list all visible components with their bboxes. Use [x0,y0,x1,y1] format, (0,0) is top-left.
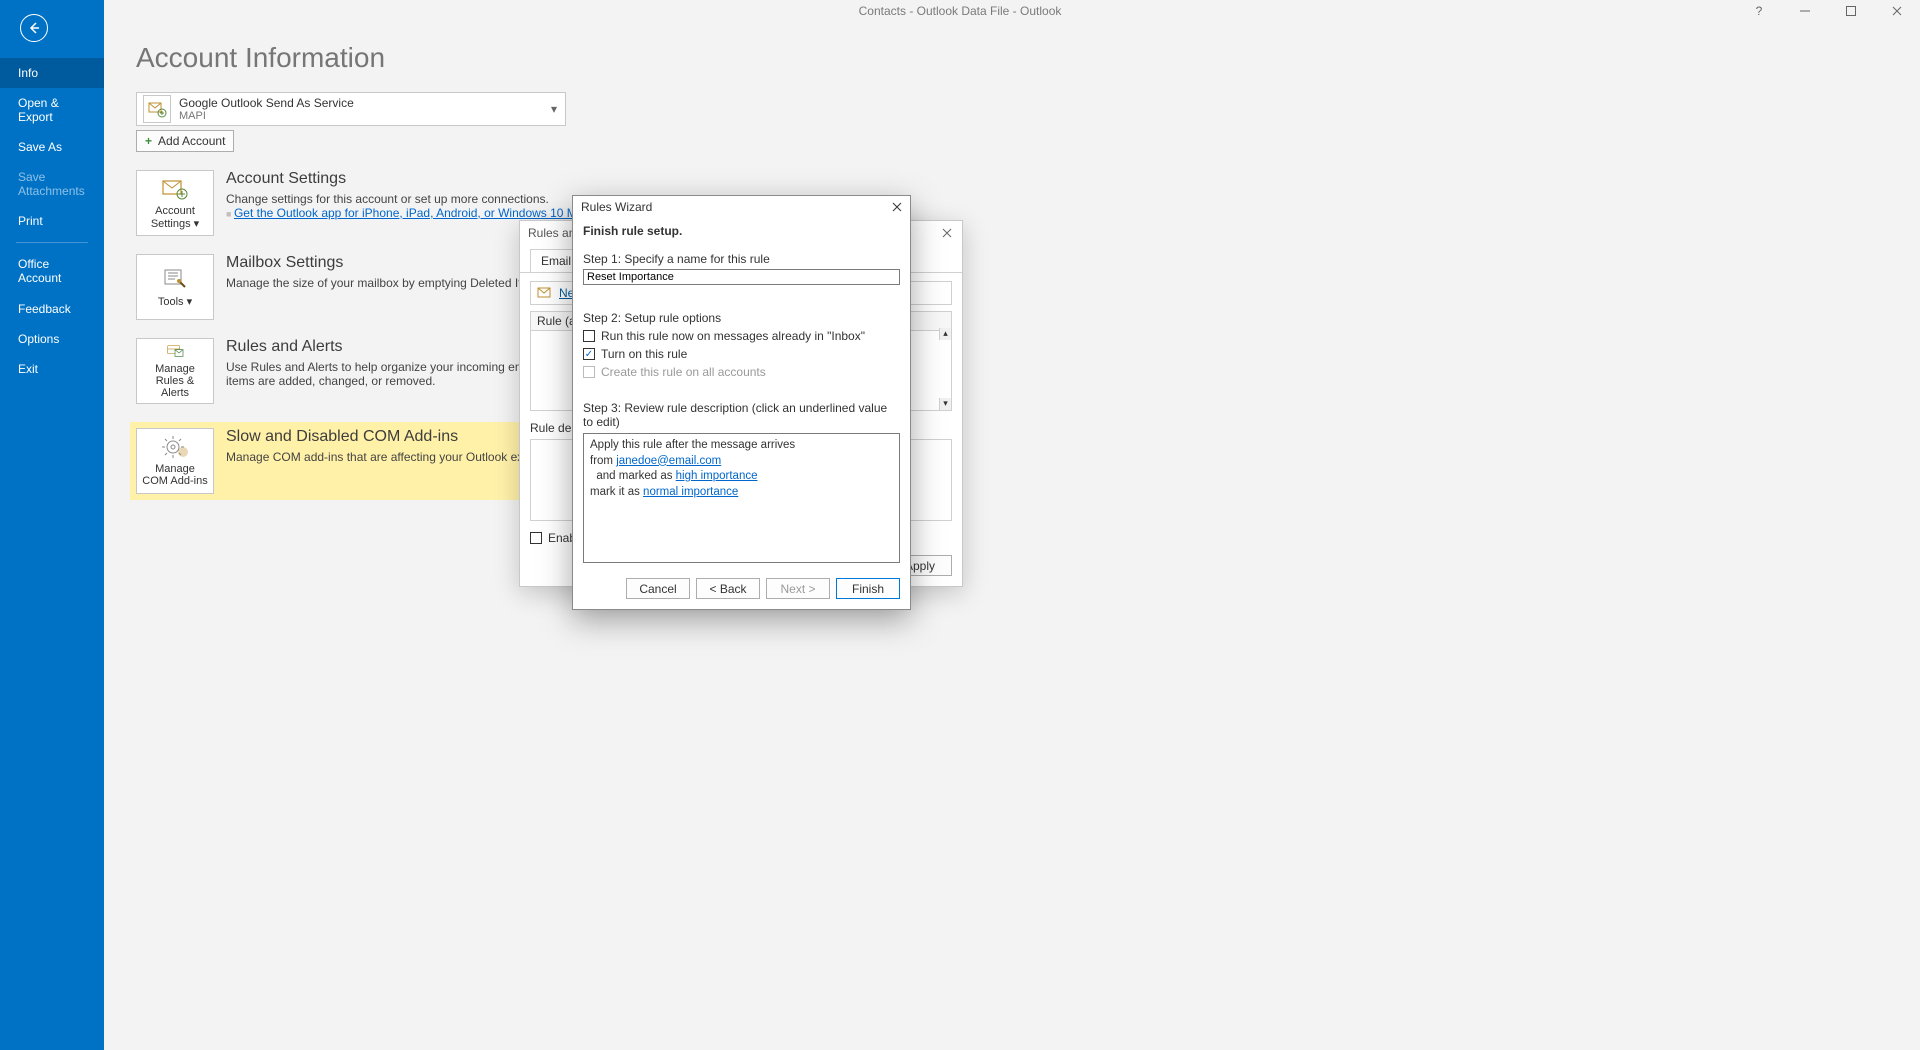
sidebar-item-info[interactable]: Info [0,58,104,88]
account-selector[interactable]: Google Outlook Send As Service MAPI ▾ [136,92,566,126]
new-rule-icon [537,285,553,301]
rule-review-box: Apply this rule after the message arrive… [583,433,900,563]
back-button[interactable] [20,14,48,42]
importance-high-link[interactable]: high importance [676,470,758,482]
sidebar-item-print[interactable]: Print [0,206,104,236]
enable-rss-checkbox[interactable] [530,532,542,544]
page-title: Account Information [136,42,1888,74]
run-now-label: Run this rule now on messages already in… [601,329,865,343]
scroll-down-button[interactable]: ▾ [939,398,951,410]
review-line1: Apply this rule after the message arrive… [590,438,893,454]
sidebar-label: Office Account [18,257,61,285]
run-now-checkbox[interactable] [583,330,595,342]
app-titlebar: Contacts - Outlook Data File - Outlook ? [0,0,1920,22]
importance-normal-link[interactable]: normal importance [643,486,738,498]
sidebar-label: Save Attachments [18,170,85,198]
button-label: Account Settings ▾ [141,205,209,230]
finish-button[interactable]: Finish [836,578,900,599]
back-button[interactable]: < Back [696,578,760,599]
button-label: Tools ▾ [158,295,192,308]
sidebar-item-options[interactable]: Options [0,324,104,354]
button-label: Manage COM Add-ins [141,463,209,487]
review-line3-pre: and marked as [590,470,676,482]
window-title: Contacts - Outlook Data File - Outlook [859,4,1062,18]
all-accounts-checkbox [583,366,595,378]
tools-icon [161,267,189,291]
sidebar-item-exit[interactable]: Exit [0,354,104,384]
close-icon[interactable] [888,198,906,216]
next-button: Next > [766,578,830,599]
from-address-link[interactable]: janedoe@email.com [616,455,721,467]
review-line2-pre: from [590,455,616,467]
minimize-button[interactable] [1782,0,1828,22]
manage-com-addins-button[interactable]: Manage COM Add-ins [136,428,214,494]
step1-label: Step 1: Specify a name for this rule [583,252,900,266]
add-account-button[interactable]: + Add Account [136,130,234,152]
rules-wizard-dialog: Rules Wizard Finish rule setup. Step 1: … [572,195,911,610]
section-mailbox-settings: Tools ▾ Mailbox Settings Manage the size… [136,254,1888,320]
plus-icon: + [145,134,152,148]
sidebar-label: Exit [18,362,38,376]
manage-rules-button[interactable]: Manage Rules & Alerts [136,338,214,404]
button-label: Manage Rules & Alerts [141,363,209,399]
section-desc: Change settings for this account or set … [226,192,605,206]
section-title: Account Settings [226,170,605,188]
dialog-title: Rules Wizard [581,200,652,214]
sidebar-item-feedback[interactable]: Feedback [0,294,104,324]
sidebar-label: Open & Export [18,96,59,124]
sidebar-item-save-as[interactable]: Save As [0,132,104,162]
sidebar-item-save-attachments: Save Attachments [0,162,104,206]
account-icon [143,95,171,123]
close-icon[interactable] [938,224,956,242]
rule-name-input[interactable] [583,269,900,285]
step2-label: Step 2: Setup rule options [583,311,900,325]
review-line4-pre: mark it as [590,486,643,498]
section-rules-alerts: Manage Rules & Alerts Rules and Alerts U… [136,338,1888,404]
account-name: Google Outlook Send As Service [179,96,354,110]
rules-icon [161,343,189,359]
add-account-label: Add Account [158,134,225,148]
get-outlook-app-link[interactable]: Get the Outlook app for iPhone, iPad, An… [234,206,606,220]
sidebar-label: Save As [18,140,62,154]
section-account-settings: Account Settings ▾ Account Settings Chan… [136,170,1888,236]
account-settings-icon [161,177,189,201]
maximize-button[interactable] [1828,0,1874,22]
step3-label: Step 3: Review rule description (click a… [583,401,900,429]
chevron-down-icon: ▾ [551,102,557,116]
turn-on-label: Turn on this rule [601,347,687,361]
close-button[interactable] [1874,0,1920,22]
sidebar-item-office-account[interactable]: Office Account [0,249,104,294]
sidebar-separator [16,242,88,243]
tools-button[interactable]: Tools ▾ [136,254,214,320]
sidebar-label: Print [18,214,43,228]
sidebar-item-open-export[interactable]: Open & Export [0,88,104,132]
account-proto: MAPI [179,110,354,122]
wizard-subtitle: Finish rule setup. [583,224,900,238]
sidebar-label: Feedback [18,302,71,316]
backstage-main: Account Information Google Outlook Send … [104,22,1920,1050]
backstage-sidebar: Info Open & Export Save As Save Attachme… [0,0,104,1050]
sidebar-label: Info [18,66,38,80]
scroll-up-button[interactable]: ▴ [939,328,951,340]
sidebar-label: Options [18,332,59,346]
dialog-titlebar[interactable]: Rules Wizard [573,196,910,218]
cancel-button[interactable]: Cancel [626,578,690,599]
help-button[interactable]: ? [1736,0,1782,22]
gear-icon [161,435,189,459]
turn-on-checkbox[interactable]: ✓ [583,348,595,360]
all-accounts-label: Create this rule on all accounts [601,365,766,379]
account-settings-button[interactable]: Account Settings ▾ [136,170,214,236]
